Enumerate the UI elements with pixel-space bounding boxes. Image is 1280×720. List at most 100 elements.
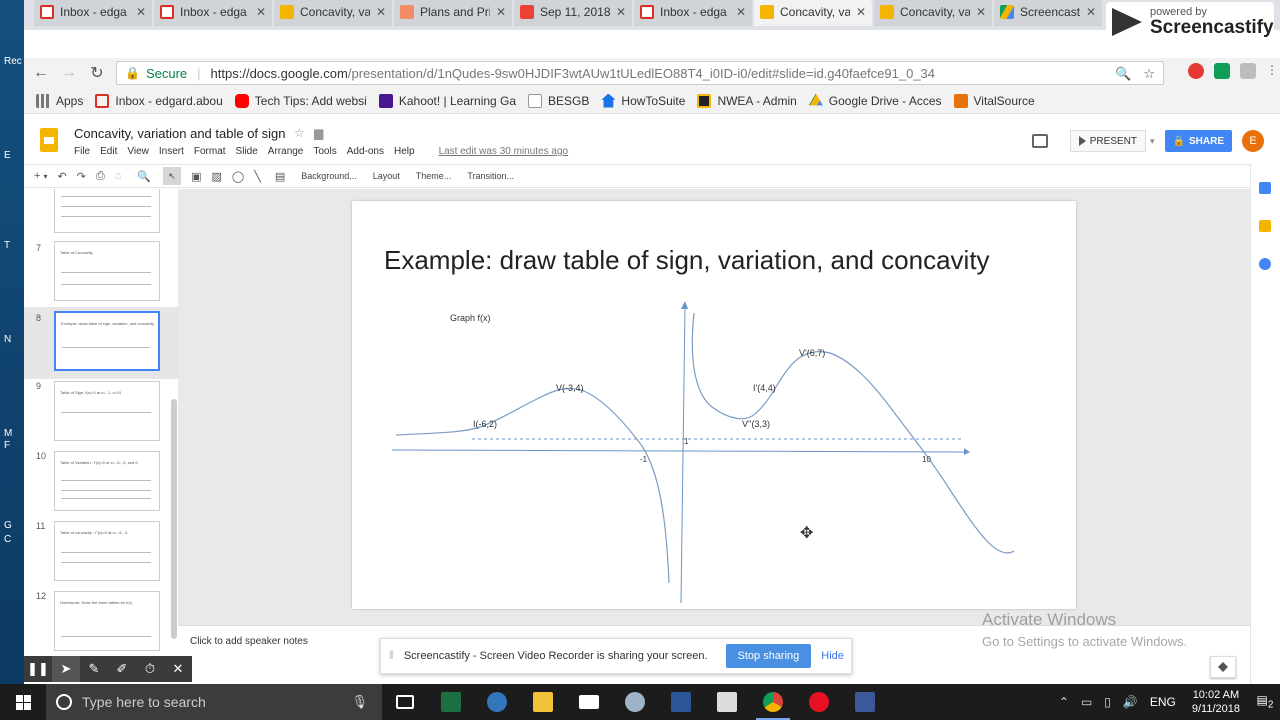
chrome-menu-icon[interactable]: ⋮ — [1266, 63, 1278, 79]
menu-edit[interactable]: Edit — [100, 146, 117, 157]
close-icon[interactable]: ✕ — [164, 661, 192, 677]
chevron-down-icon[interactable]: ▾ — [1150, 136, 1155, 147]
highlighter-icon[interactable]: ✐ — [108, 661, 136, 677]
redo-icon[interactable]: ↷ — [77, 170, 86, 183]
filmstrip-item[interactable]: 10 Table of Variation : f'(x)=0 at x= -6… — [24, 449, 178, 519]
volume-icon[interactable]: 🔊 — [1123, 695, 1138, 709]
browser-tab-active[interactable]: Concavity, va ✕ — [754, 0, 872, 26]
classroom-ext-icon[interactable] — [1214, 63, 1230, 79]
language-indicator[interactable]: ENG — [1150, 695, 1176, 709]
slide-thumbnail[interactable]: Homework: Draw the three tables for f(x) — [54, 591, 160, 651]
close-icon[interactable]: ✕ — [856, 5, 866, 19]
slides-logo-icon[interactable] — [40, 128, 58, 152]
comment-add-icon[interactable]: ▤ — [275, 170, 285, 183]
filmstrip-item[interactable] — [24, 189, 178, 239]
opera-icon[interactable] — [796, 684, 842, 720]
close-icon[interactable]: ✕ — [616, 5, 626, 19]
bookmark-nwea[interactable]: NWEA - Admin — [697, 93, 797, 108]
chrome-icon[interactable] — [750, 684, 796, 720]
address-bar[interactable]: 🔒 Secure | https://docs.google.com/prese… — [116, 61, 1164, 85]
browser-tab[interactable]: Concavity, va ✕ — [874, 0, 992, 26]
bookmark-besgb[interactable]: BESGB — [528, 93, 589, 108]
bookmark-drive[interactable]: Google Drive - Acces — [808, 93, 942, 108]
bookmark-kahoot[interactable]: Kahoot! | Learning Ga — [378, 93, 516, 108]
slide-canvas[interactable]: Example: draw table of sign, variation, … — [352, 201, 1076, 609]
battery-icon[interactable]: ▯ — [1104, 695, 1111, 709]
transition-button[interactable]: Transition... — [467, 171, 514, 181]
print-icon[interactable]: ⎙ — [96, 170, 105, 183]
browser-tab[interactable]: Inbox - edga ✕ — [34, 0, 152, 26]
bookmark-tech-tips[interactable]: Tech Tips: Add websi — [234, 93, 367, 108]
drag-handle-icon[interactable]: ⦀ — [389, 650, 394, 663]
cloud-app-icon[interactable] — [612, 684, 658, 720]
excel-icon[interactable] — [428, 684, 474, 720]
close-icon[interactable]: ✕ — [376, 5, 386, 19]
filmstrip-scrollbar[interactable] — [171, 399, 177, 639]
filmstrip-item-selected[interactable]: 8 Example: draw table of sign, variation… — [24, 307, 178, 379]
paint-format-icon[interactable]: ⌂ — [115, 170, 122, 182]
calendar-icon[interactable] — [1259, 182, 1271, 194]
clock[interactable]: 10:02 AM 9/11/2018 — [1192, 688, 1240, 716]
filmstrip-item[interactable]: 12 Homework: Draw the three tables for f… — [24, 589, 178, 652]
shape-icon[interactable]: ◯ — [232, 170, 244, 183]
facebook-icon[interactable] — [842, 684, 888, 720]
last-edit-link[interactable]: Last edit was 30 minutes ago — [439, 146, 569, 157]
close-icon[interactable]: ✕ — [496, 5, 506, 19]
zoom-icon[interactable]: 🔍 — [1115, 66, 1131, 82]
menu-slide[interactable]: Slide — [236, 146, 258, 157]
document-title[interactable]: Concavity, variation and table of sign — [74, 126, 286, 141]
star-icon[interactable]: ☆ — [294, 126, 305, 140]
slide-thumbnail[interactable] — [54, 189, 160, 233]
undo-icon[interactable]: ↶ — [57, 170, 66, 183]
network-icon[interactable]: ▭ — [1081, 695, 1092, 709]
zoom-ext-icon[interactable] — [1240, 63, 1256, 79]
pen-icon[interactable]: ✎ — [80, 661, 108, 677]
reload-icon[interactable]: ↻ — [86, 63, 108, 83]
function-graph[interactable]: Graph f(x) I(-6,2) V(-3,4) V''(3,3) I'(4… — [352, 201, 1076, 609]
word-icon[interactable] — [658, 684, 704, 720]
edge-icon[interactable] — [474, 684, 520, 720]
present-button[interactable]: PRESENT — [1069, 130, 1146, 152]
line-icon[interactable]: ╲ — [254, 170, 261, 183]
close-icon[interactable]: ✕ — [1086, 5, 1096, 19]
background-button[interactable]: Background... — [301, 171, 357, 181]
textbox-icon[interactable]: ▣ — [191, 170, 201, 183]
taskbar-search[interactable]: Type here to search 🎙 — [46, 684, 382, 720]
slide-thumbnail[interactable]: Table of Sign: f(x)=0 at x= -1, x=10 — [54, 381, 160, 441]
bookmark-gmail[interactable]: Inbox - edgard.abou — [95, 93, 223, 108]
layout-button[interactable]: Layout — [373, 171, 400, 181]
browser-tab[interactable]: Inbox - edga ✕ — [154, 0, 272, 26]
folder-icon[interactable]: ▆ — [314, 126, 323, 140]
notification-icon[interactable]: ▤2 — [1250, 693, 1280, 710]
menu-view[interactable]: View — [127, 146, 149, 157]
bookmark-apps[interactable]: Apps — [36, 93, 83, 108]
back-arrow-icon[interactable]: ← — [30, 64, 52, 82]
screencastify-ext-icon[interactable] — [1188, 63, 1204, 79]
zoom-icon[interactable]: 🔍 — [137, 170, 151, 183]
close-icon[interactable]: ✕ — [256, 5, 266, 19]
tasks-icon[interactable] — [1259, 258, 1271, 270]
windows-start-icon[interactable] — [0, 684, 46, 720]
menu-file[interactable]: File — [74, 146, 90, 157]
pause-icon[interactable]: ❚❚ — [24, 661, 52, 677]
menu-addons[interactable]: Add-ons — [347, 146, 384, 157]
browser-tab[interactable]: Inbox - edga ✕ — [634, 0, 752, 26]
share-button[interactable]: 🔒 SHARE — [1164, 130, 1232, 152]
filmstrip-item[interactable]: 11 Table of concavity : f''(x)=0 at x= -… — [24, 519, 178, 589]
forward-arrow-icon[interactable]: → — [58, 64, 80, 82]
speaker-notes-placeholder[interactable]: Click to add speaker notes — [190, 636, 308, 647]
filmstrip-item[interactable]: 9 Table of Sign: f(x)=0 at x= -1, x=10 — [24, 379, 178, 449]
chevron-up-icon[interactable]: ⌃ — [1059, 695, 1069, 709]
file-explorer-icon[interactable] — [520, 684, 566, 720]
menu-format[interactable]: Format — [194, 146, 226, 157]
menu-help[interactable]: Help — [394, 146, 415, 157]
keep-icon[interactable] — [1259, 220, 1271, 232]
theme-button[interactable]: Theme... — [416, 171, 452, 181]
filmstrip-item[interactable]: 7 Table of Concavity — [24, 239, 178, 309]
browser-tab[interactable]: Screencastify ✕ — [994, 0, 1102, 26]
explore-icon[interactable] — [1210, 656, 1236, 678]
browser-tab[interactable]: Sep 11, 2018 ✕ — [514, 0, 632, 26]
menu-insert[interactable]: Insert — [159, 146, 184, 157]
slide-thumbnail[interactable]: Table of Variation : f'(x)=0 at x= -6, -… — [54, 451, 160, 511]
close-icon[interactable]: ✕ — [736, 5, 746, 19]
